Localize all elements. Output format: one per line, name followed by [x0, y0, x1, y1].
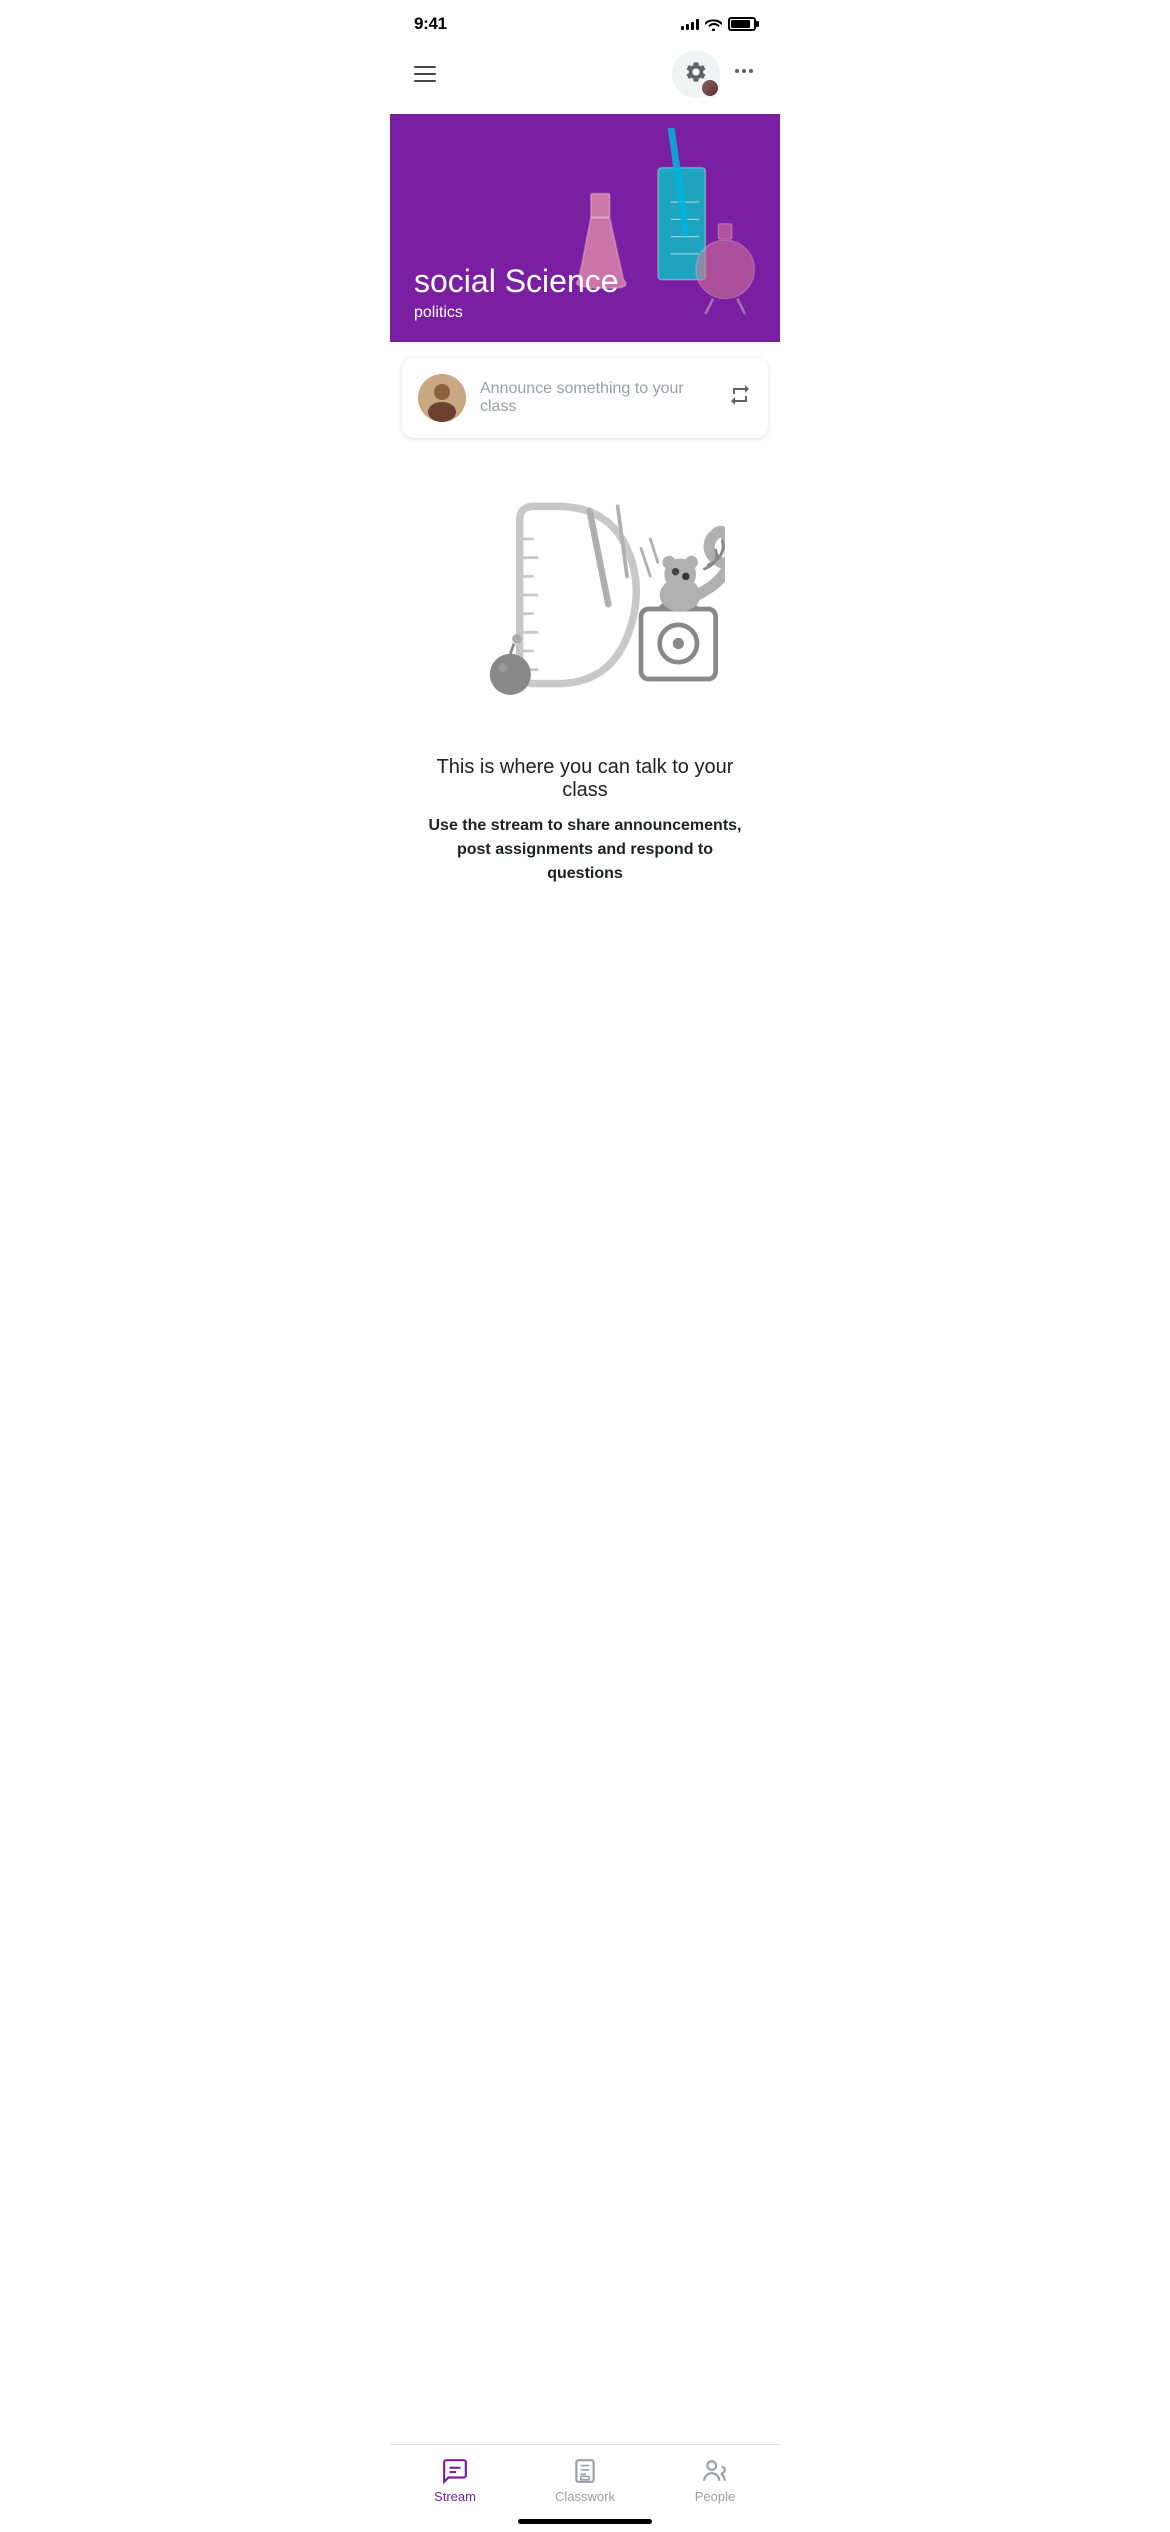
class-name: social Science	[414, 262, 756, 300]
empty-illustration	[445, 494, 725, 724]
stream-icon	[441, 2457, 469, 2485]
class-banner: social Science politics	[390, 114, 780, 342]
menu-button[interactable]	[410, 62, 440, 86]
toolbar	[390, 42, 780, 114]
tab-stream[interactable]: Stream	[390, 2457, 520, 2504]
status-bar: 9:41	[390, 0, 780, 42]
classwork-icon	[571, 2457, 599, 2485]
announce-card[interactable]: Announce something to your class	[402, 358, 768, 438]
battery-icon	[728, 17, 756, 31]
class-subject: politics	[414, 304, 756, 322]
home-indicator	[518, 2519, 652, 2524]
more-options-button[interactable]	[728, 51, 760, 97]
announce-placeholder[interactable]: Announce something to your class	[480, 380, 714, 416]
settings-button[interactable]	[672, 50, 720, 98]
tab-stream-label: Stream	[434, 2489, 476, 2504]
tab-people-label: People	[695, 2489, 735, 2504]
empty-state-svg	[445, 494, 725, 724]
wifi-icon	[705, 18, 722, 31]
tab-classwork-label: Classwork	[555, 2489, 615, 2504]
tab-people[interactable]: People	[650, 2457, 780, 2504]
status-time: 9:41	[414, 14, 447, 34]
people-icon	[701, 2457, 729, 2485]
toolbar-right	[672, 50, 760, 98]
status-icons	[681, 17, 756, 31]
empty-state: This is where you can talk to your class…	[390, 454, 780, 906]
signal-icon	[681, 18, 699, 30]
empty-state-subtitle: Use the stream to share announcements, p…	[425, 814, 745, 886]
user-avatar	[418, 374, 466, 422]
empty-state-title: This is where you can talk to your class	[414, 756, 756, 802]
tab-classwork[interactable]: Classwork	[520, 2457, 650, 2504]
repeat-icon[interactable]	[728, 383, 752, 413]
user-avatar-mini	[700, 78, 720, 98]
